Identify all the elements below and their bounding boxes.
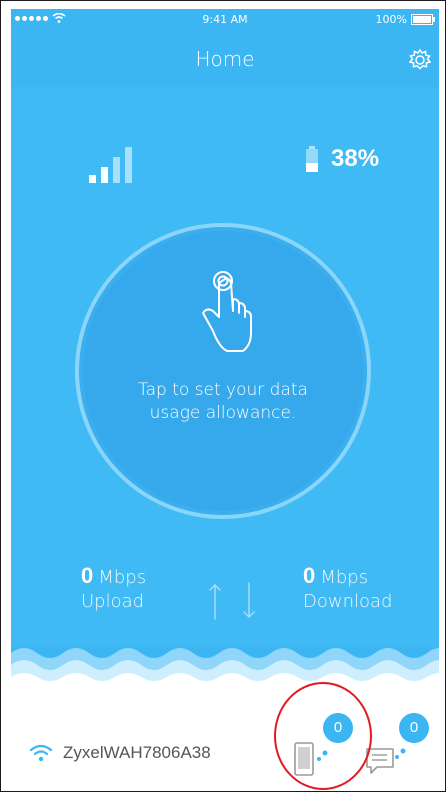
download-label: Download <box>303 591 393 612</box>
status-bar: 9:41 AM 100% <box>11 9 439 31</box>
settings-gear-icon[interactable] <box>407 47 433 73</box>
download-stat: 0 Mbps Download <box>303 563 392 612</box>
data-usage-dial[interactable] <box>73 221 373 521</box>
screenshot-frame: 9:41 AM 100% Home 38% Tap to set your da… <box>0 0 446 792</box>
battery-icon <box>306 146 318 172</box>
battery-status-icon <box>411 14 435 25</box>
upload-unit: Mbps <box>98 567 147 588</box>
battery-status: 100% <box>375 13 435 26</box>
main-content: 38% Tap to set your data usage allowance… <box>11 87 439 647</box>
bottom-bar: ZyxelWAH7806A38 0 0 <box>11 683 439 785</box>
app-header: Home <box>11 31 439 87</box>
network-ssid: ZyxelWAH7806A38 <box>63 743 211 762</box>
signal-strength-icon <box>89 147 132 183</box>
transfer-arrows-icon <box>209 582 255 620</box>
page-title: Home <box>195 47 255 71</box>
battery-percent-status: 100% <box>375 13 407 26</box>
network-info[interactable]: ZyxelWAH7806A38 <box>29 743 211 763</box>
messages-count-badge[interactable]: 0 <box>399 713 429 743</box>
download-value: 0 <box>303 563 316 588</box>
upload-value: 0 <box>81 563 94 588</box>
highlight-circle <box>274 682 372 790</box>
dial-instruction: Tap to set your data usage allowance. <box>73 379 373 425</box>
app-screen: 9:41 AM 100% Home 38% Tap to set your da… <box>11 9 439 785</box>
wave-decoration <box>11 648 439 687</box>
battery-indicator: 38% <box>305 145 379 173</box>
wifi-icon <box>29 744 53 762</box>
upload-stat: 0 Mbps Upload <box>81 563 146 612</box>
download-unit: Mbps <box>320 567 369 588</box>
dial-line-1: Tap to set your data <box>138 380 308 400</box>
upload-label: Upload <box>81 591 145 612</box>
battery-percent: 38% <box>331 145 380 172</box>
dial-line-2: usage allowance. <box>149 403 297 423</box>
